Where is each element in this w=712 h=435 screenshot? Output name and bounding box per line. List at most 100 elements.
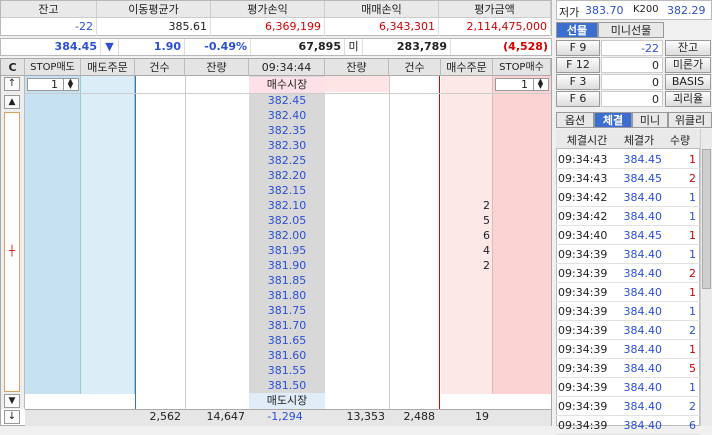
eval-amount-value: 2,114,475,000 bbox=[439, 18, 551, 36]
sell-order-column[interactable] bbox=[81, 76, 135, 394]
k200-label: K200 bbox=[633, 4, 659, 15]
trade-time: 09:34:39 bbox=[558, 343, 608, 356]
fkey-action-button[interactable]: 미론가 bbox=[665, 57, 711, 73]
fkey-action-button[interactable]: 잔고 bbox=[665, 40, 711, 56]
top-info-bar: 저가 383.70 K200 382.29 bbox=[556, 0, 712, 20]
price-level: 382.00 bbox=[267, 229, 307, 242]
market-buy-button[interactable]: 매수시장 bbox=[249, 77, 325, 93]
trade-qty: 2 bbox=[689, 172, 696, 185]
fkey-value: 0 bbox=[601, 91, 663, 107]
scroll-down-small-button[interactable]: ↓ bbox=[4, 410, 20, 424]
scroll-down-button[interactable]: ▼ bbox=[4, 394, 20, 408]
buy-order-qty[interactable]: 2 bbox=[441, 198, 493, 214]
market-sell-button[interactable]: 매도시장 bbox=[249, 393, 325, 409]
total-net: -1,294 bbox=[267, 410, 303, 423]
trade-qty: 1 bbox=[689, 248, 696, 261]
tab-weekly[interactable]: 위클리 bbox=[668, 112, 712, 128]
divider bbox=[185, 76, 186, 409]
trade-price: 384.40 bbox=[623, 362, 663, 375]
buy-order-qty[interactable]: 5 bbox=[441, 213, 493, 229]
price-level: 381.50 bbox=[267, 379, 307, 392]
scroll-up-button[interactable]: ▲ bbox=[4, 95, 20, 109]
trade-row: 09:34:42 384.40 1 bbox=[556, 207, 700, 226]
trade-qty: 1 bbox=[689, 381, 696, 394]
buy-order-qty[interactable]: 6 bbox=[441, 228, 493, 244]
stop-sell-spinner-icon[interactable]: ▲ ▼ bbox=[63, 78, 77, 90]
buy-order-qty[interactable] bbox=[441, 183, 493, 199]
buy-order-qty[interactable] bbox=[441, 273, 493, 289]
trade-qty: 5 bbox=[689, 362, 696, 375]
stop-sell-header: STOP매도 bbox=[25, 59, 81, 76]
buy-order-qty[interactable] bbox=[441, 318, 493, 334]
trade-price: 384.40 bbox=[623, 324, 663, 337]
tab-futures[interactable]: 선물 bbox=[556, 22, 598, 38]
buy-order-qty[interactable] bbox=[441, 303, 493, 319]
buy-order-header: 매수주문 bbox=[441, 59, 493, 76]
trade-time: 09:34:39 bbox=[558, 400, 608, 413]
tab-mini[interactable]: 미니 bbox=[632, 112, 668, 128]
buy-qty-top-cell bbox=[325, 76, 389, 92]
buy-order-qty[interactable] bbox=[441, 123, 493, 139]
buy-order-qty[interactable]: 4 bbox=[441, 243, 493, 259]
divider bbox=[389, 76, 390, 409]
stop-buy-column[interactable] bbox=[493, 76, 551, 394]
stop-sell-column[interactable] bbox=[25, 76, 81, 394]
sell-divider bbox=[135, 76, 136, 409]
buy-order-qty[interactable] bbox=[441, 288, 493, 304]
total-sell-count: 2,562 bbox=[149, 410, 182, 423]
buy-order-qty[interactable] bbox=[441, 168, 493, 184]
tab-mini-futures[interactable]: 미니선물 bbox=[598, 22, 664, 38]
buy-order-qty[interactable] bbox=[441, 348, 493, 364]
trade-qty: 1 bbox=[689, 305, 696, 318]
buy-order-qty[interactable] bbox=[441, 108, 493, 124]
buy-order-qty[interactable] bbox=[441, 138, 493, 154]
trade-scrollbar[interactable] bbox=[700, 129, 712, 426]
trade-row: 09:34:39 384.40 1 bbox=[556, 245, 700, 264]
trade-time: 09:34:43 bbox=[558, 172, 608, 185]
avg-price-value: 385.61 bbox=[97, 18, 211, 36]
trade-pnl-value: 6,343,301 bbox=[325, 18, 439, 36]
low-label: 저가 bbox=[559, 6, 580, 19]
fkey-button[interactable]: F 12 bbox=[556, 57, 600, 73]
total-buy-qty: 13,353 bbox=[346, 410, 386, 423]
scroll-track[interactable]: ┼ bbox=[4, 112, 20, 392]
tab-options[interactable]: 옵션 bbox=[556, 112, 594, 128]
fkey-action-button[interactable]: BASIS bbox=[665, 74, 711, 90]
volume: 67,895 bbox=[251, 39, 345, 55]
trade-pnl-header: 매매손익 bbox=[325, 1, 439, 18]
fkey-button[interactable]: F 6 bbox=[556, 91, 600, 107]
trade-price: 384.40 bbox=[623, 286, 663, 299]
tab-trades[interactable]: 체결 bbox=[594, 112, 632, 128]
trade-time: 09:34:39 bbox=[558, 324, 608, 337]
buy-order-qty[interactable] bbox=[441, 333, 493, 349]
eval-pnl-header: 평가손익 bbox=[211, 1, 325, 18]
fkey-action-button[interactable]: 괴리율 bbox=[665, 91, 711, 107]
scroll-up-small-button[interactable]: ↑ bbox=[4, 77, 20, 91]
fkey-value: 0 bbox=[601, 74, 663, 90]
trade-time: 09:34:43 bbox=[558, 153, 608, 166]
trade-qty: 1 bbox=[689, 191, 696, 204]
price-level: 381.65 bbox=[267, 334, 307, 347]
trade-row: 09:34:39 384.40 5 bbox=[556, 359, 700, 378]
buy-order-qty[interactable] bbox=[441, 363, 493, 379]
trade-row: 09:34:40 384.45 1 bbox=[556, 226, 700, 245]
trade-price: 384.45 bbox=[623, 153, 663, 166]
buy-order-qty[interactable] bbox=[441, 153, 493, 169]
trade-time: 09:34:39 bbox=[558, 286, 608, 299]
buy-order-qty[interactable] bbox=[441, 93, 493, 109]
fkey-value: 0 bbox=[601, 57, 663, 73]
trade-qty: 2 bbox=[689, 267, 696, 280]
clear-button[interactable]: C bbox=[1, 59, 25, 76]
price-level: 382.25 bbox=[267, 154, 307, 167]
stop-buy-spinner-icon[interactable]: ▲ ▼ bbox=[533, 78, 547, 90]
fkey-button[interactable]: F 3 bbox=[556, 74, 600, 90]
fkey-button[interactable]: F 9 bbox=[556, 40, 600, 56]
buy-order-qty[interactable] bbox=[441, 378, 493, 394]
time-header: 09:34:44 bbox=[249, 59, 325, 76]
buy-order-qty[interactable]: 2 bbox=[441, 258, 493, 274]
trade-header: 체결시간 체결가 수량 bbox=[556, 129, 700, 149]
scroll-thumb[interactable] bbox=[702, 149, 711, 289]
price-level: 381.60 bbox=[267, 349, 307, 362]
balance-value: -22 bbox=[1, 18, 97, 36]
trade-price: 384.40 bbox=[623, 248, 663, 261]
